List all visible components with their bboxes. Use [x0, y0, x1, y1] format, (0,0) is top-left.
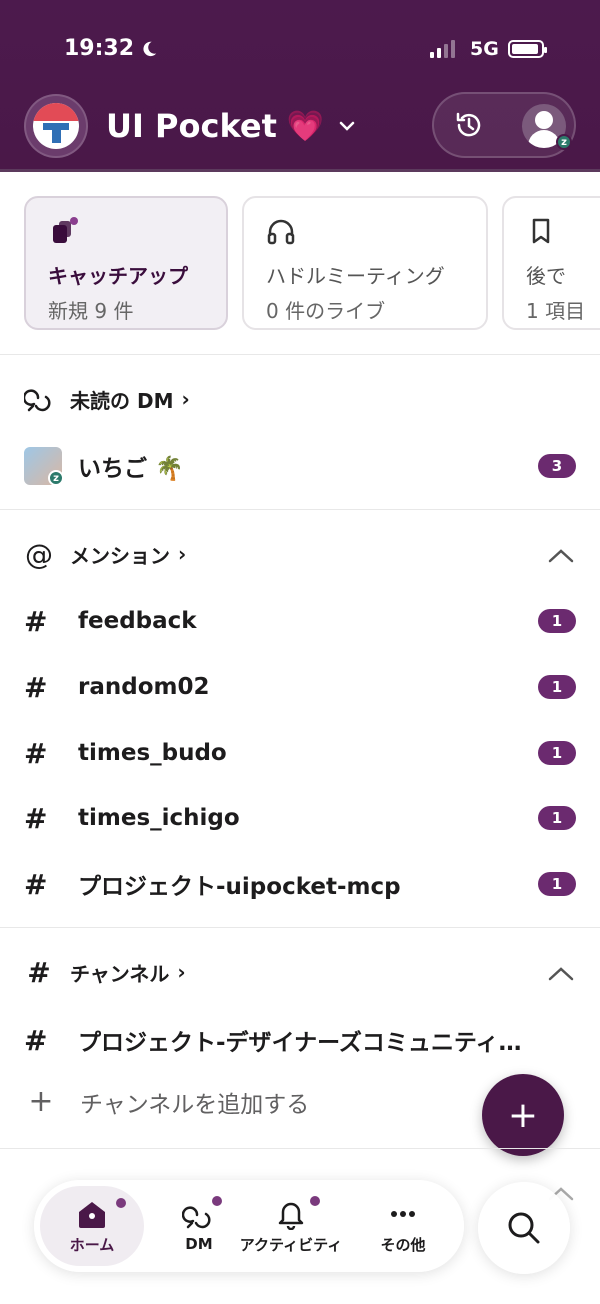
tab-label: DM	[185, 1235, 213, 1253]
divider	[0, 1148, 600, 1149]
workspace-name: UI Pocket 💗	[106, 107, 356, 145]
bookmark-icon	[532, 218, 550, 244]
bell-icon	[278, 1202, 304, 1230]
channel-name: プロジェクト-uipocket-mcp	[78, 874, 401, 900]
later-card[interactable]: 後で 1 項目	[502, 196, 600, 330]
dm-name: いちご 🌴	[78, 456, 184, 482]
status-time: 19:32	[64, 36, 158, 61]
tab-home[interactable]: ホーム	[40, 1186, 144, 1266]
channel-name: プロジェクト-デザイナーズコミュニティ…	[78, 1030, 522, 1056]
card-subtitle: 1 項目	[526, 299, 586, 323]
card-title: ハドルミーティング	[266, 264, 445, 288]
channel-row[interactable]: # プロジェクト-デザイナーズコミュニティ…	[24, 1018, 576, 1062]
hash-icon: #	[24, 670, 48, 704]
network-label: 5G	[470, 38, 499, 60]
chevron-down-icon	[339, 121, 355, 131]
channel-row[interactable]: # feedback 1	[24, 599, 576, 643]
huddle-card[interactable]: ハドルミーティング 0 件のライブ	[242, 196, 488, 330]
channel-row[interactable]: # times_ichigo 1	[24, 796, 576, 840]
tab-activity[interactable]: アクティビティ	[234, 1186, 348, 1266]
plus-icon: +	[28, 1084, 54, 1119]
channel-name: times_ichigo	[78, 805, 240, 831]
tab-label: アクティビティ	[239, 1235, 343, 1254]
section-title: 未読の DM	[70, 388, 174, 413]
divider	[0, 354, 600, 355]
hash-icon: #	[24, 604, 48, 638]
mention-badge: 1	[538, 609, 576, 633]
compose-fab[interactable]: +	[482, 1074, 564, 1156]
unread-badge: 3	[538, 454, 576, 478]
dm-bubble-icon	[24, 389, 51, 412]
tab-label: その他	[380, 1235, 426, 1254]
clock-text: 19:32	[64, 36, 135, 61]
notification-dot	[212, 1196, 222, 1206]
battery-icon	[508, 40, 547, 58]
channels-header[interactable]: # チャンネル ›	[24, 955, 186, 989]
app-header: 19:32 5G UI Pocket 💗 z	[0, 0, 600, 172]
collapse-icon[interactable]	[546, 964, 576, 984]
history-icon[interactable]	[452, 108, 486, 142]
section-title: チャンネル	[70, 961, 170, 986]
mention-badge: 1	[538, 806, 576, 830]
section-title: メンション	[70, 543, 170, 568]
workspace-logo	[24, 94, 88, 158]
heart-emoji: 💗	[286, 108, 325, 144]
card-title: キャッチアップ	[48, 264, 188, 288]
unread-dm-header[interactable]: 未読の DM ›	[24, 384, 190, 414]
channel-row[interactable]: # プロジェクト-uipocket-mcp 1	[24, 862, 576, 906]
search-button[interactable]	[478, 1182, 570, 1274]
mention-badge: 1	[538, 675, 576, 699]
headphones-icon	[267, 219, 295, 245]
at-icon: @	[25, 537, 53, 571]
quick-cards: キャッチアップ 新規 9 件 ハドルミーティング 0 件のライブ 後で 1 項目	[24, 196, 600, 330]
moon-icon	[143, 41, 157, 56]
hash-icon: #	[24, 867, 48, 901]
header-actions: z	[432, 92, 576, 158]
catchup-icon	[53, 217, 78, 243]
chevron-right-icon: ›	[178, 542, 187, 566]
divider	[0, 509, 600, 510]
tab-more[interactable]: その他	[360, 1186, 446, 1266]
status-bar: 19:32 5G	[0, 30, 600, 70]
tab-label: ホーム	[69, 1235, 115, 1254]
workspace-name-text: UI Pocket	[106, 107, 277, 145]
mention-badge: 1	[538, 872, 576, 896]
signal-icon	[430, 40, 455, 58]
away-status-icon: z	[556, 134, 572, 150]
card-subtitle: 新規 9 件	[48, 299, 134, 323]
card-subtitle: 0 件のライブ	[266, 299, 386, 323]
away-status-icon: z	[48, 470, 64, 486]
notification-dot	[310, 1196, 320, 1206]
hash-icon: #	[24, 1023, 48, 1057]
channel-row[interactable]: # random02 1	[24, 665, 576, 709]
channel-row[interactable]: # times_budo 1	[24, 731, 576, 775]
more-icon	[391, 1210, 415, 1217]
dm-icon	[182, 1206, 211, 1229]
bottom-tab-bar: ホーム DM アクティビティ その他	[34, 1180, 464, 1272]
catchup-card[interactable]: キャッチアップ 新規 9 件	[24, 196, 228, 330]
mentions-header[interactable]: @ メンション ›	[24, 537, 187, 571]
channel-name: feedback	[78, 608, 197, 634]
divider	[0, 927, 600, 928]
hash-icon: #	[24, 736, 48, 770]
tab-dm[interactable]: DM	[154, 1186, 244, 1266]
notification-dot	[116, 1198, 126, 1208]
hash-icon: #	[24, 801, 48, 835]
dm-row[interactable]: z いちご 🌴 3	[24, 444, 576, 488]
card-title: 後で	[526, 264, 566, 288]
workspace-switcher[interactable]: UI Pocket 💗	[24, 94, 356, 158]
home-icon	[79, 1201, 105, 1228]
mention-badge: 1	[538, 741, 576, 765]
hash-icon: #	[27, 955, 51, 989]
add-channel-label: チャンネルを追加する	[80, 1091, 310, 1118]
channel-name: random02	[78, 674, 210, 700]
add-channel-button[interactable]: + チャンネルを追加する	[24, 1084, 309, 1119]
search-icon	[508, 1212, 540, 1244]
chevron-right-icon: ›	[181, 387, 190, 411]
channel-name: times_budo	[78, 740, 227, 766]
chevron-right-icon: ›	[177, 960, 186, 984]
collapse-icon[interactable]	[546, 546, 576, 566]
